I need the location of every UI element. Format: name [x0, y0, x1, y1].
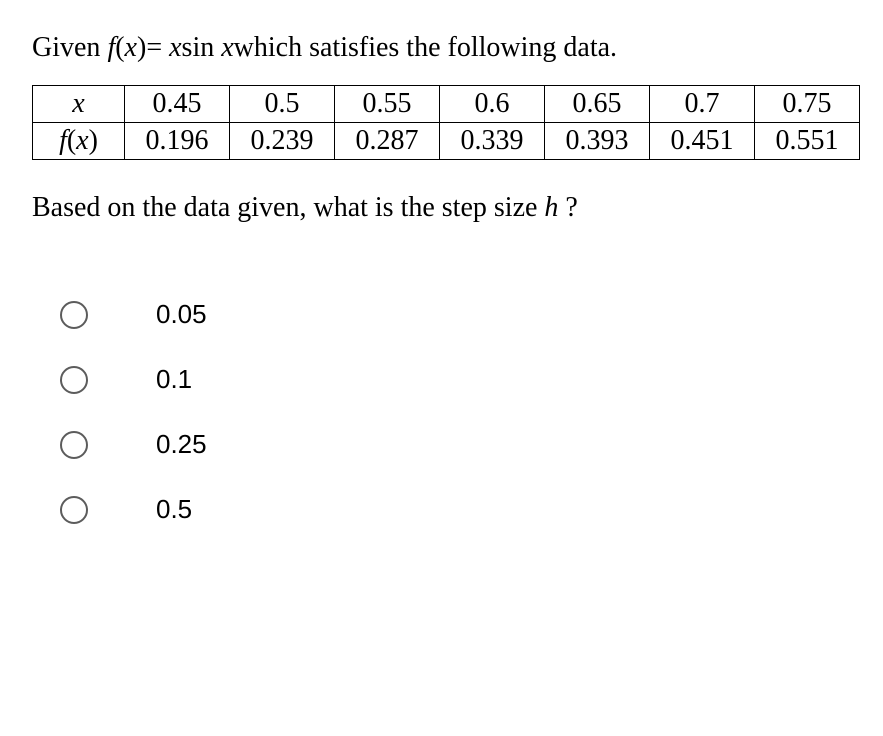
- table-row-fx: f(x) 0.196 0.239 0.287 0.339 0.393 0.451…: [33, 123, 860, 160]
- paren-open: (: [115, 32, 124, 63]
- data-table: x 0.45 0.5 0.55 0.6 0.65 0.7 0.75 f(x) 0…: [32, 85, 860, 160]
- x-cell: 0.65: [545, 86, 650, 123]
- text-given: Given: [32, 32, 107, 63]
- radio-icon[interactable]: [60, 496, 88, 524]
- option-row[interactable]: 0.05: [60, 299, 851, 330]
- paren-close: ): [137, 32, 146, 63]
- option-row[interactable]: 0.1: [60, 364, 851, 395]
- question-statement: Given f(x)= xsin xwhich satisfies the fo…: [32, 28, 851, 67]
- x-cell: 0.6: [440, 86, 545, 123]
- option-row[interactable]: 0.25: [60, 429, 851, 460]
- table-row-x: x 0.45 0.5 0.55 0.6 0.65 0.7 0.75: [33, 86, 860, 123]
- var-x: x: [125, 32, 137, 63]
- x-label: x: [72, 88, 84, 119]
- x-cell: 0.45: [125, 86, 230, 123]
- rhs-x2: x: [221, 32, 233, 63]
- options-group: 0.05 0.1 0.25 0.5: [32, 299, 851, 525]
- fx-label-x: x: [76, 125, 88, 156]
- radio-icon[interactable]: [60, 431, 88, 459]
- row-header-x: x: [33, 86, 125, 123]
- fx-cell: 0.196: [125, 123, 230, 160]
- text-suffix: which satisfies the following data.: [234, 32, 617, 63]
- fx-cell: 0.287: [335, 123, 440, 160]
- x-cell: 0.55: [335, 86, 440, 123]
- prompt-part1: Based on the data given, what is the ste…: [32, 192, 544, 223]
- equals: =: [146, 32, 162, 63]
- fx-cell: 0.239: [230, 123, 335, 160]
- radio-icon[interactable]: [60, 301, 88, 329]
- option-label: 0.5: [156, 494, 192, 525]
- fx-cell: 0.339: [440, 123, 545, 160]
- fx-label-f: f: [59, 125, 67, 156]
- prompt-statement: Based on the data given, what is the ste…: [32, 188, 851, 227]
- x-cell: 0.7: [650, 86, 755, 123]
- radio-icon[interactable]: [60, 366, 88, 394]
- option-label: 0.25: [156, 429, 207, 460]
- prompt-var-h: h: [544, 192, 558, 223]
- option-label: 0.1: [156, 364, 192, 395]
- fx-cell: 0.451: [650, 123, 755, 160]
- rhs-x: x: [169, 32, 181, 63]
- rhs-sin: sin: [182, 32, 215, 63]
- prompt-part2: ?: [558, 192, 577, 223]
- x-cell: 0.5: [230, 86, 335, 123]
- option-label: 0.05: [156, 299, 207, 330]
- fx-cell: 0.551: [755, 123, 860, 160]
- row-header-fx: f(x): [33, 123, 125, 160]
- fx-cell: 0.393: [545, 123, 650, 160]
- x-cell: 0.75: [755, 86, 860, 123]
- option-row[interactable]: 0.5: [60, 494, 851, 525]
